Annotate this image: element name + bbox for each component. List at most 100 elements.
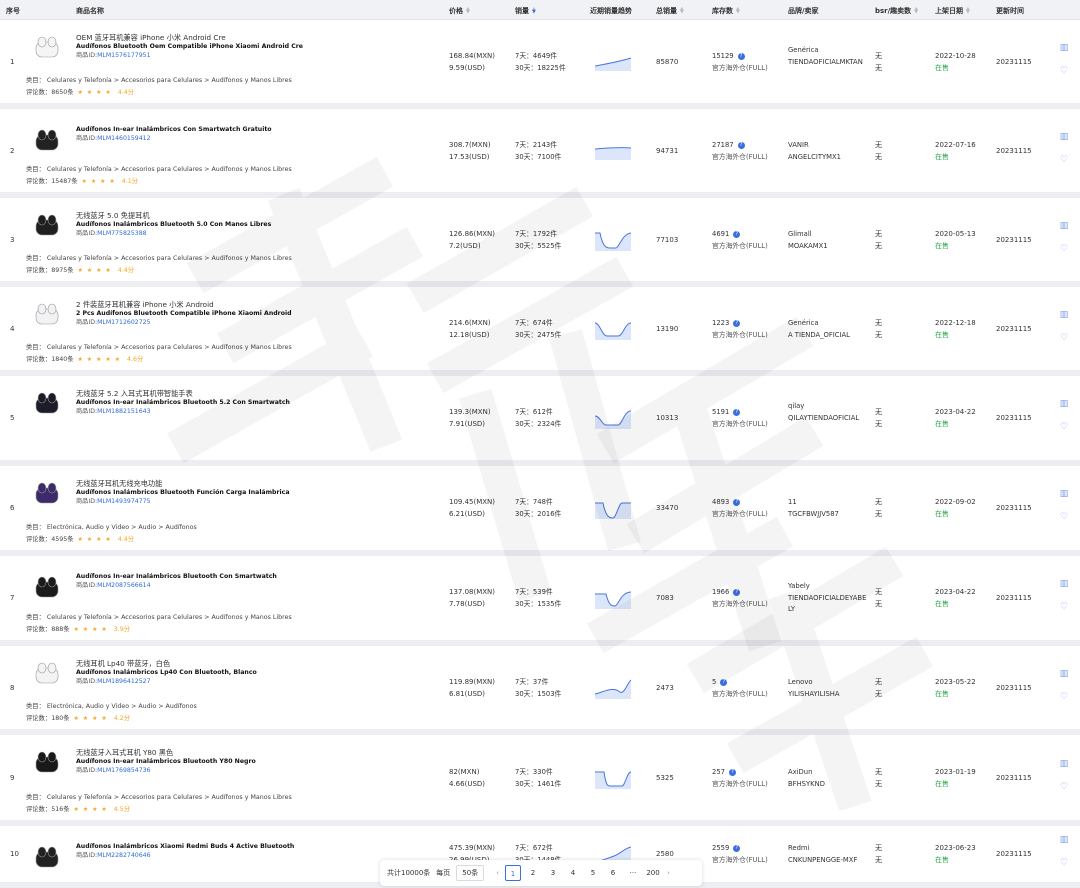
help-icon[interactable]: ? <box>733 844 741 852</box>
header-brand: 品牌/卖家 <box>788 7 819 15</box>
product-title-es[interactable]: Audífonos Inalámbricos Lp40 Con Bluetoot… <box>76 668 257 677</box>
brand-name: Genérica <box>788 46 819 54</box>
help-icon[interactable]: ? <box>733 498 741 506</box>
chart-icon[interactable]: ▥ <box>1058 489 1070 499</box>
table-row[interactable]: 1 OEM 蓝牙耳机兼容 iPhone 小米 Android Cre Audífon… <box>0 20 1080 109</box>
sort-icon[interactable]: ▲ ▼ <box>680 7 684 15</box>
product-thumbnail[interactable] <box>30 574 64 602</box>
table-row[interactable]: 8 无线耳机 Lp40 带蓝牙，白色 Audífonos Inalámbricos … <box>0 646 1080 735</box>
product-id-link[interactable]: MLM1493974775 <box>97 498 151 505</box>
chart-icon[interactable]: ▥ <box>1058 759 1070 769</box>
chart-icon[interactable]: ▥ <box>1058 399 1070 409</box>
sort-icon[interactable]: ▲ ▼ <box>736 7 740 15</box>
prev-page-button[interactable]: ‹ <box>496 869 499 877</box>
product-id-link[interactable]: MLM1896412527 <box>97 678 151 685</box>
heart-icon[interactable]: ♡ <box>1058 155 1070 165</box>
chart-icon[interactable]: ▥ <box>1058 43 1070 53</box>
help-icon[interactable]: ? <box>733 319 741 327</box>
sales-30d: 30天：1503件 <box>515 690 562 698</box>
product-title-es[interactable]: Audífonos In-ear Inalámbricos Con Smartw… <box>76 125 272 134</box>
page-button[interactable]: 6 <box>605 865 621 881</box>
chart-icon[interactable]: ▥ <box>1058 579 1070 589</box>
heart-icon[interactable]: ♡ <box>1058 66 1070 76</box>
heart-icon[interactable]: ♡ <box>1058 602 1070 612</box>
help-icon[interactable]: ? <box>737 52 745 60</box>
product-id-link[interactable]: MLM1882151643 <box>97 408 151 415</box>
page-button[interactable]: 5 <box>585 865 601 881</box>
product-title-es[interactable]: Audífonos Bluetooth Oem Compatible iPhon… <box>76 42 303 51</box>
header-total[interactable]: 总销量 ▲ ▼ <box>656 6 684 16</box>
heart-icon[interactable]: ♡ <box>1058 858 1070 868</box>
product-thumbnail[interactable] <box>30 212 64 240</box>
product-id-link[interactable]: MLM2087566614 <box>97 582 151 589</box>
row-index: 4 <box>10 325 15 333</box>
table-row[interactable]: 9 无线蓝牙入耳式耳机 Y80 黑色 Audífonos In-ear Inalám… <box>0 735 1080 826</box>
table-row[interactable]: 3 无线蓝牙 5.0 免提耳机 Audífonos Inalámbricos Blu… <box>0 198 1080 287</box>
table-row[interactable]: 2 Audífonos In-ear Inalámbricos Con Smart… <box>0 109 1080 198</box>
heart-icon[interactable]: ♡ <box>1058 512 1070 522</box>
product-id-link[interactable]: MLM1460159412 <box>97 135 151 142</box>
help-icon[interactable]: ? <box>728 768 736 776</box>
page-button[interactable]: 1 <box>505 865 522 881</box>
header-price[interactable]: 价格 ▲ ▼ <box>449 6 470 16</box>
star-rating-icon: ★ ★ ★ ★ <box>77 89 112 96</box>
help-icon[interactable]: ? <box>737 141 745 149</box>
heart-icon[interactable]: ♡ <box>1058 782 1070 792</box>
chart-icon[interactable]: ▥ <box>1058 221 1070 231</box>
product-title-es[interactable]: Audífonos Inalámbricos Xiaomi Redmi Buds… <box>76 842 294 851</box>
product-title-es[interactable]: Audífonos In-ear Inalámbricos Bluetooth … <box>76 572 277 581</box>
product-thumbnail[interactable] <box>30 127 64 155</box>
heart-icon[interactable]: ♡ <box>1058 333 1070 343</box>
next-page-button[interactable]: › <box>667 869 670 877</box>
product-title-es[interactable]: 2 Pcs Audífonos Bluetooth Compatible iPh… <box>76 309 292 318</box>
product-id-link[interactable]: MLM1712602725 <box>97 319 151 326</box>
page-button[interactable]: 3 <box>545 865 561 881</box>
product-title-es[interactable]: Audífonos Inalámbricos Bluetooth Función… <box>76 488 290 497</box>
chart-icon[interactable]: ▥ <box>1058 669 1070 679</box>
header-bsr[interactable]: bsr/趣卖数 ▲ ▼ <box>875 6 918 16</box>
product-thumbnail[interactable] <box>30 34 64 62</box>
heart-icon[interactable]: ♡ <box>1058 244 1070 254</box>
header-listed[interactable]: 上架日期 ▲ ▼ <box>935 6 970 16</box>
table-row[interactable]: 42 件装蓝牙耳机兼容 iPhone 小米 Android 2 Pcs Audíf… <box>0 287 1080 376</box>
page-button[interactable]: 2 <box>525 865 541 881</box>
sort-icon[interactable]: ▲ ▼ <box>532 7 536 15</box>
product-id-link[interactable]: MLM2282740646 <box>97 852 151 859</box>
product-thumbnail[interactable] <box>30 749 64 777</box>
help-icon[interactable]: ? <box>733 408 741 416</box>
product-thumbnail[interactable] <box>30 844 64 872</box>
chart-icon[interactable]: ▥ <box>1058 310 1070 320</box>
product-title-es[interactable]: Audífonos In-ear Inalámbricos Bluetooth … <box>76 757 256 766</box>
page-button-last[interactable]: 200 <box>645 865 661 881</box>
table-row[interactable]: 7 Audífonos In-ear Inalámbricos Bluetooth… <box>0 556 1080 646</box>
product-id-link[interactable]: MLM1769854736 <box>97 767 151 774</box>
chart-icon[interactable]: ▥ <box>1058 835 1070 845</box>
product-id-link[interactable]: MLM1576177951 <box>97 52 151 59</box>
page-button[interactable]: 4 <box>565 865 581 881</box>
heart-icon[interactable]: ♡ <box>1058 422 1070 432</box>
header-sales[interactable]: 销量 ▲ ▼ <box>515 6 536 16</box>
table-row[interactable]: 5 无线蓝牙 5.2 入耳式耳机带智能手表 Audífonos In-ear Ina… <box>0 376 1080 466</box>
sort-icon[interactable]: ▲ ▼ <box>466 7 470 15</box>
product-thumbnail[interactable] <box>30 480 64 508</box>
product-thumbnail[interactable] <box>30 301 64 329</box>
table-row[interactable]: 6 无线蓝牙耳机无线充电功能 Audífonos Inalámbricos Blue… <box>0 466 1080 556</box>
header-stock[interactable]: 库存数 ▲ ▼ <box>712 6 740 16</box>
product-title-es[interactable]: Audífonos Inalámbricos Bluetooth 5.0 Con… <box>76 220 271 229</box>
help-icon[interactable]: ? <box>720 678 728 686</box>
product-id: 商品ID:MLM2282740646 <box>76 851 151 861</box>
product-id-link[interactable]: MLM775825388 <box>97 230 147 237</box>
price-mxn: 214.6(MXN) <box>449 319 491 327</box>
help-icon[interactable]: ? <box>733 230 741 238</box>
product-thumbnail[interactable] <box>30 390 64 418</box>
pager-ellipsis[interactable]: ··· <box>625 865 641 881</box>
help-icon[interactable]: ? <box>733 588 741 596</box>
sort-icon[interactable]: ▲ ▼ <box>966 7 970 15</box>
product-title-es[interactable]: Audífonos In-ear Inalámbricos Bluetooth … <box>76 398 290 407</box>
page-size-select[interactable]: 50条 <box>456 865 485 881</box>
heart-icon[interactable]: ♡ <box>1058 692 1070 702</box>
seller-name: TIENDAOFICIALMKTAN <box>788 58 863 66</box>
product-thumbnail[interactable] <box>30 660 64 688</box>
sort-icon[interactable]: ▲ ▼ <box>914 7 918 15</box>
chart-icon[interactable]: ▥ <box>1058 132 1070 142</box>
